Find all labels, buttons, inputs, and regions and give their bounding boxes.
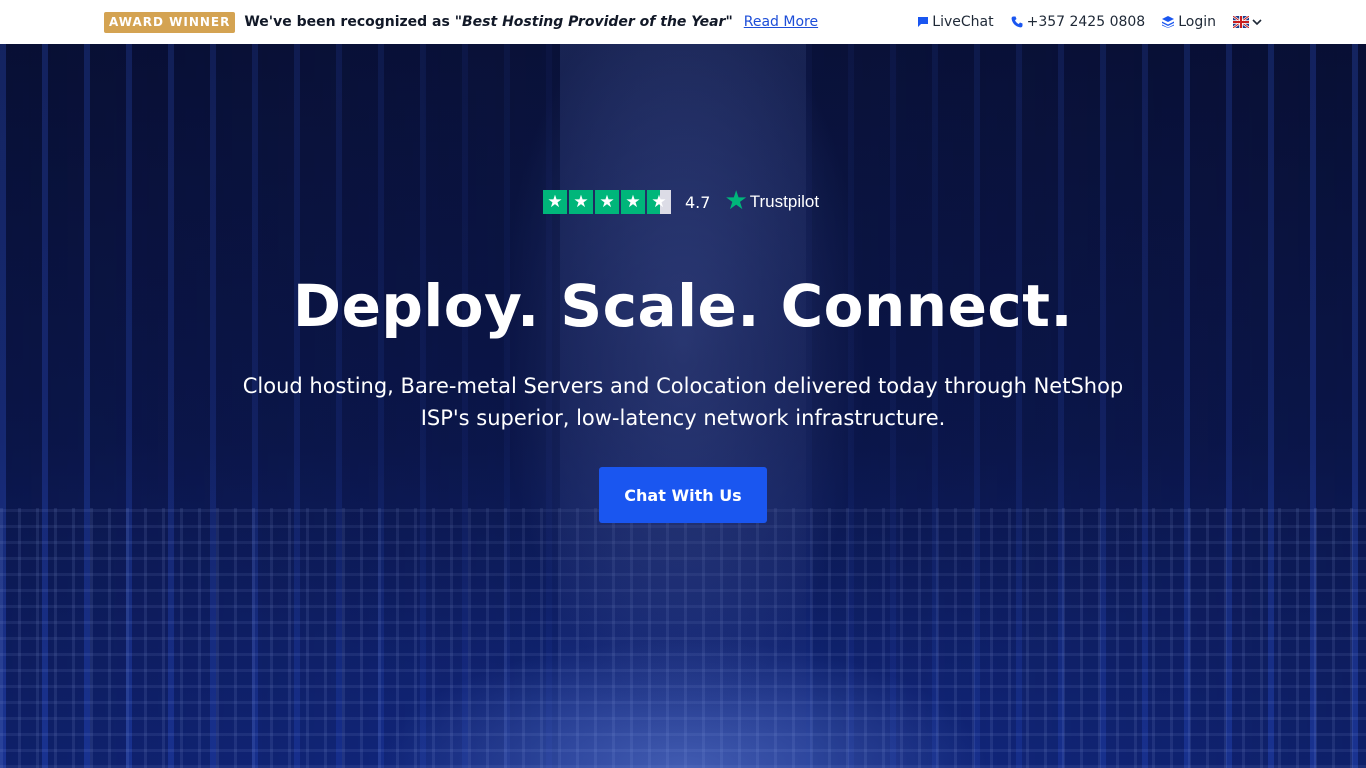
phone-link[interactable]: +357 2425 0808 — [1011, 14, 1146, 30]
login-link[interactable]: Login — [1162, 14, 1216, 30]
chat-icon — [918, 17, 929, 27]
top-right-nav: LiveChat +357 2425 0808 Login — [918, 14, 1262, 30]
rating-stars: ★ ★ ★ ★ ★ — [543, 190, 671, 214]
trustpilot-logo: ★ Trustpilot — [724, 187, 820, 213]
chat-with-us-button[interactable]: Chat With Us — [599, 467, 767, 523]
announcement-text: We've been recognized as — [244, 14, 450, 30]
award-announcement: We've been recognized as "Best Hosting P… — [244, 14, 732, 30]
star-icon: ★ — [621, 190, 645, 214]
star-icon: ★ — [595, 190, 619, 214]
top-bar: AWARD WINNER We've been recognized as "B… — [0, 0, 1366, 44]
hero-subtitle: Cloud hosting, Bare-metal Servers and Co… — [242, 374, 1124, 430]
uk-flag-icon — [1233, 16, 1249, 28]
hero-headline: Deploy. Scale. Connect. — [292, 272, 1074, 340]
announcement-quote: "Best Hosting Provider of the Year" — [454, 14, 733, 30]
rating-value: 4.7 — [685, 192, 711, 212]
trustpilot-label: Trustpilot — [749, 192, 820, 211]
star-icon: ★ — [543, 190, 567, 214]
phone-number: +357 2425 0808 — [1026, 14, 1146, 30]
livechat-link[interactable]: LiveChat — [918, 14, 994, 30]
award-badge: AWARD WINNER — [104, 11, 236, 33]
half-star-icon: ★ — [647, 190, 671, 214]
layers-icon — [1162, 16, 1175, 28]
livechat-label: LiveChat — [932, 14, 994, 30]
read-more-link[interactable]: Read More — [744, 14, 818, 30]
chevron-down-icon — [1252, 19, 1262, 26]
hero-content: ★ ★ ★ ★ ★ 4.7 ★ Trustpilot Deploy. Scale… — [0, 44, 1366, 768]
phone-icon — [1011, 16, 1023, 28]
trustpilot-rating[interactable]: ★ ★ ★ ★ ★ 4.7 ★ Trustpilot — [543, 187, 820, 214]
star-icon: ★ — [569, 190, 593, 214]
language-selector[interactable] — [1233, 16, 1262, 28]
login-label: Login — [1178, 14, 1216, 30]
trustpilot-star-icon: ★ — [724, 185, 748, 215]
